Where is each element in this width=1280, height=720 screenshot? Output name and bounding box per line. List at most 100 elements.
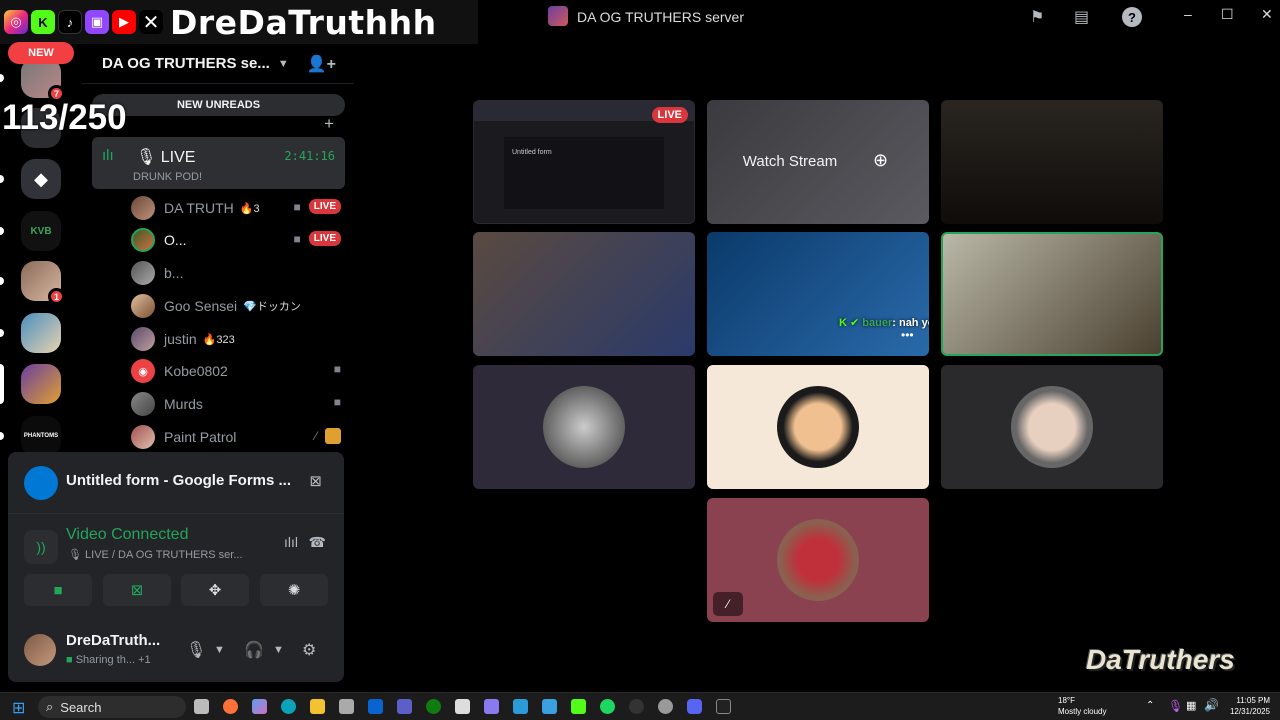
voice-member[interactable]: b...	[131, 260, 341, 286]
avatar[interactable]	[24, 634, 56, 666]
voice-status-title[interactable]: Video Connected	[66, 526, 188, 544]
server-icon-5[interactable]: 1	[21, 261, 65, 305]
watch-stream-button[interactable]: Watch Stream	[727, 142, 853, 180]
voice-connection-box: )) Video Connected 🎙 LIVE / DA OG TRUTHE…	[16, 518, 336, 578]
taskbar-search[interactable]: ⌕ Search	[38, 696, 186, 718]
camera-icon: ■	[293, 231, 301, 246]
voice-member[interactable]: DA TRUTH 🔥3 ■ LIVE	[131, 195, 341, 221]
video-tile[interactable]	[941, 100, 1163, 224]
voice-member[interactable]: Paint Patrol ⁄	[131, 424, 341, 450]
avatar-tile[interactable]	[707, 365, 929, 489]
chevron-down-icon[interactable]: ▼	[214, 644, 225, 656]
server-icon-kvb[interactable]: KVB	[21, 211, 61, 251]
add-channel-icon[interactable]: +	[324, 114, 334, 134]
video-tile-speaking[interactable]	[941, 232, 1163, 356]
copilot-icon[interactable]	[252, 699, 267, 714]
member-name: Kobe0802	[164, 363, 228, 379]
discord-default-avatar: ◉	[131, 359, 155, 383]
help-icon[interactable]: ?	[1122, 7, 1142, 27]
inbox-icon[interactable]: ▤	[1074, 7, 1089, 27]
avatar	[131, 327, 155, 351]
server-icon-3[interactable]: ◆	[21, 159, 61, 199]
tray-chevron-icon[interactable]: ⌃	[1146, 700, 1154, 711]
app-icon[interactable]	[484, 699, 499, 714]
network-icon[interactable]: ▦	[1186, 699, 1196, 712]
avatar	[131, 261, 155, 285]
user-status-text: Sharing th...	[75, 654, 136, 666]
more-icon[interactable]: •••	[901, 328, 914, 342]
voice-member[interactable]: Goo Sensei 💎ドッカン	[131, 293, 341, 319]
flag-icon[interactable]: ⚑	[1030, 7, 1044, 27]
voice-member[interactable]: Murds ■	[131, 391, 341, 417]
server-icon-1[interactable]: 7	[21, 58, 65, 102]
minimize-button[interactable]: –	[1184, 6, 1192, 22]
username[interactable]: DreDaTruth...	[66, 632, 160, 649]
avatar-tile[interactable]	[941, 365, 1163, 489]
voice-status-sub[interactable]: 🎙 LIVE / DA OG TRUTHERS ser...	[68, 548, 243, 561]
maximize-button[interactable]: ☐	[1221, 6, 1234, 23]
voice-member[interactable]: justin 🔥323	[131, 326, 341, 352]
mic-icon[interactable]: 🎙	[186, 640, 206, 660]
server-icon-phantoms[interactable]: PHANTOMS	[21, 416, 61, 456]
live-badge: LIVE	[651, 107, 688, 123]
server-icon-6[interactable]	[21, 313, 61, 353]
teams-icon[interactable]	[397, 699, 412, 714]
signal-icon[interactable]: ))	[24, 530, 58, 564]
kick-app-icon[interactable]	[571, 699, 586, 714]
voice-member[interactable]: ◉ Kobe0802 ■	[131, 358, 341, 384]
stream-tile-screenshare[interactable]: Untitled form LIVE	[473, 100, 695, 224]
tray-mic-icon[interactable]: 🎙	[1168, 699, 1183, 713]
search-placeholder: Search	[60, 699, 102, 715]
firefox-icon[interactable]	[223, 699, 238, 714]
headphones-icon[interactable]: 🎧	[244, 640, 264, 660]
soundboard-button[interactable]: ✺	[260, 574, 328, 606]
member-status-icons: ⁄	[315, 428, 341, 444]
server-header[interactable]: DA OG TRUTHERS se... ▼ 👤+	[82, 44, 354, 84]
edge-icon[interactable]	[281, 699, 296, 714]
photos-icon[interactable]	[542, 699, 557, 714]
screenshare-button[interactable]: ⊠	[103, 574, 171, 606]
voice-member[interactable]: O... ■ LIVE	[131, 227, 341, 253]
camera-button[interactable]: ■	[24, 574, 92, 606]
app-icon[interactable]	[513, 699, 528, 714]
new-unreads-pill[interactable]: NEW UNREADS	[92, 94, 345, 116]
stream-tile-watch[interactable]: Watch Stream ⊕	[707, 100, 929, 224]
add-member-icon[interactable]: 👤+	[307, 54, 336, 74]
activities-button[interactable]: ✥	[181, 574, 249, 606]
task-view-icon[interactable]	[194, 699, 209, 714]
new-servers-pill[interactable]: NEW	[8, 42, 74, 64]
gear-icon[interactable]: ⚙	[302, 640, 316, 660]
obs-icon[interactable]	[629, 699, 644, 714]
avatar	[543, 386, 625, 468]
voice-channel-live[interactable]: ılı 🎙 LIVE 2:41:16 DRUNK POD!	[92, 137, 345, 189]
member-tag: 🔥323	[202, 333, 235, 346]
app-icon[interactable]	[455, 699, 470, 714]
watch-icon[interactable]: ⊕	[873, 150, 888, 171]
video-tile[interactable]: K ✔ bauer: nah you soft now •••	[707, 232, 929, 356]
windows-start-icon[interactable]: ⊞	[12, 698, 25, 718]
form-preview: Untitled form	[504, 137, 664, 209]
weather-widget[interactable]: 18°F Mostly cloudy	[1058, 695, 1106, 717]
avatar	[131, 294, 155, 318]
file-explorer-icon[interactable]	[310, 699, 325, 714]
xbox-icon[interactable]	[426, 699, 441, 714]
avatar-tile[interactable]	[473, 365, 695, 489]
avatar-tile[interactable]: ⁄	[707, 498, 929, 622]
screen-share-row: Untitled form - Google Forms ... ⊠	[8, 452, 344, 514]
discord-icon[interactable]	[687, 699, 702, 714]
disconnect-icon[interactable]: ☎	[309, 534, 326, 551]
stop-share-icon[interactable]: ⊠	[309, 472, 322, 490]
outlook-icon[interactable]	[368, 699, 383, 714]
app-icon[interactable]	[716, 699, 731, 714]
store-icon[interactable]	[339, 699, 354, 714]
spotify-icon[interactable]	[600, 699, 615, 714]
server-icon-7[interactable]	[21, 364, 61, 404]
noise-suppression-icon[interactable]: ılıl	[284, 534, 298, 550]
close-button[interactable]: ✕	[1261, 6, 1273, 23]
volume-icon[interactable]: 🔊	[1204, 698, 1219, 712]
member-name: Paint Patrol	[164, 429, 237, 445]
taskbar-clock[interactable]: 11:05 PM 12/31/2025	[1230, 695, 1270, 717]
chatgpt-icon[interactable]	[658, 699, 673, 714]
video-tile[interactable]	[473, 232, 695, 356]
chevron-down-icon[interactable]: ▼	[273, 644, 284, 656]
